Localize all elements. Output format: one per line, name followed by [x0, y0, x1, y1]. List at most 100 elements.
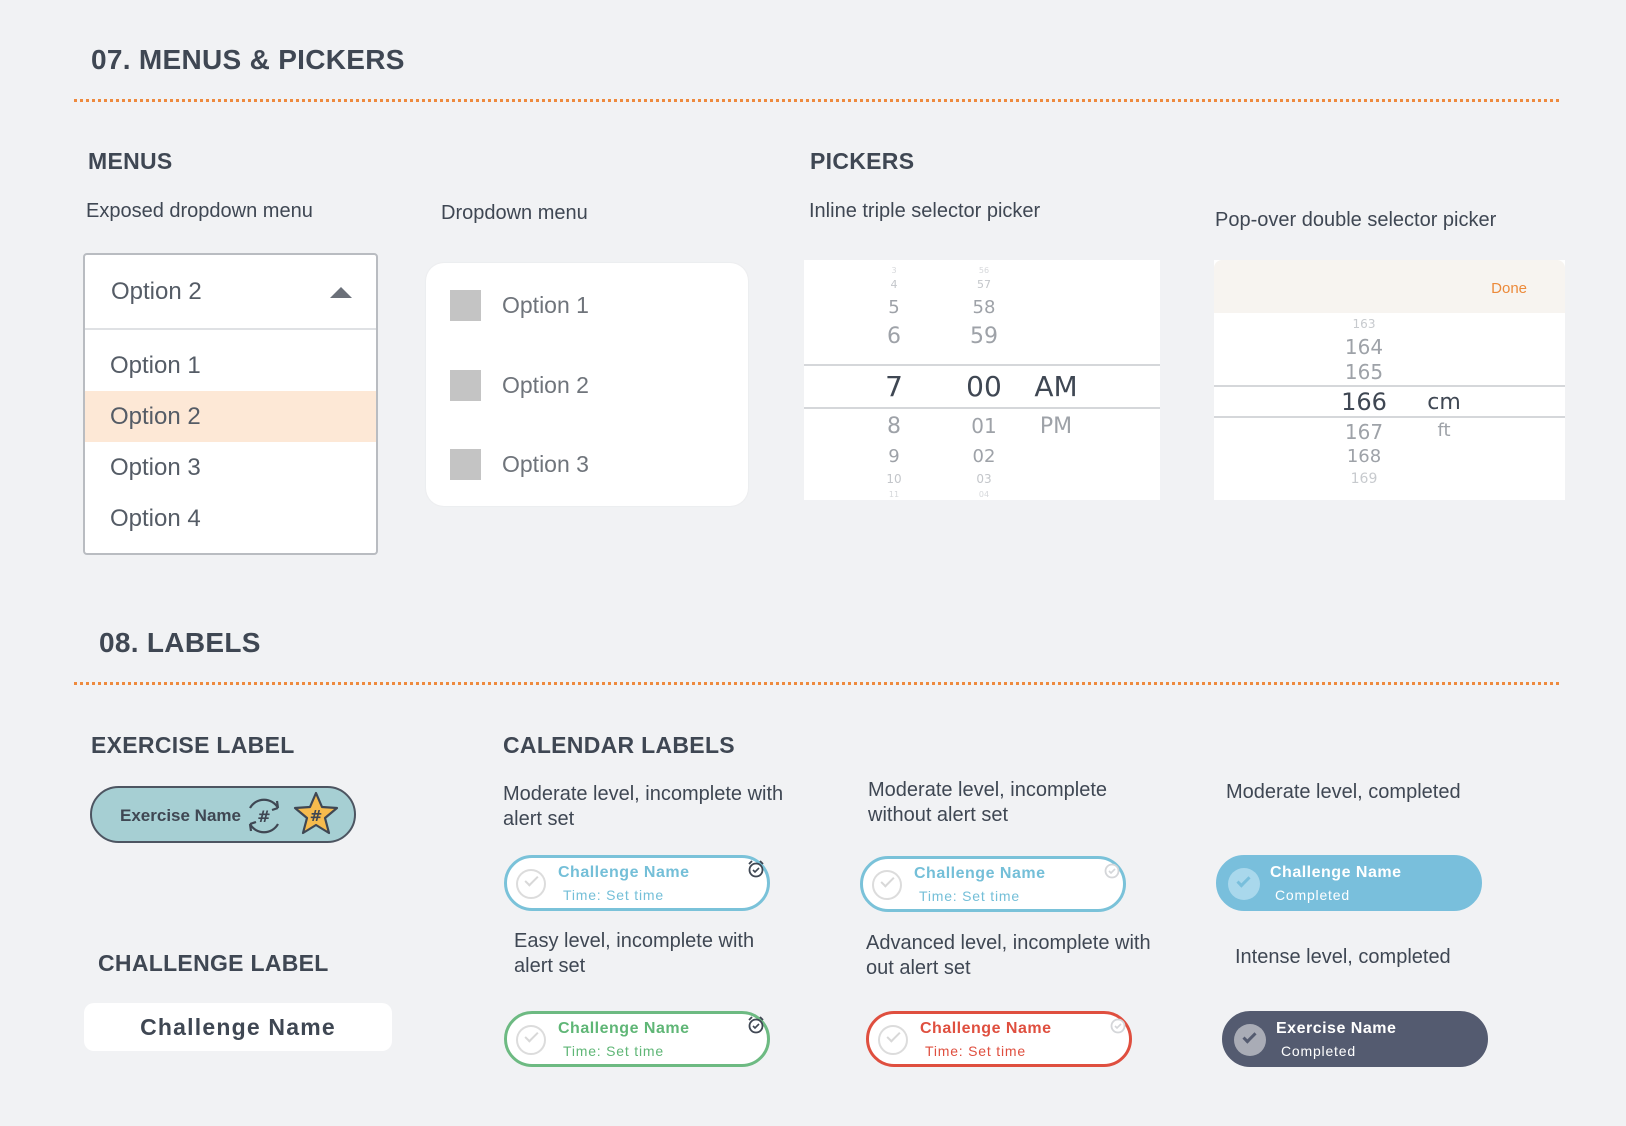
picker-hour[interactable]: 10	[874, 472, 914, 486]
triple-picker-caption: Inline triple selector picker	[809, 200, 1041, 222]
option-checkbox[interactable]	[450, 290, 481, 321]
calendar-label-name: Challenge Name	[1270, 864, 1402, 881]
section-divider	[74, 682, 1559, 685]
dropdown-selected-value: Option 2	[111, 277, 202, 305]
exposed-dropdown-caption: Exposed dropdown menu	[86, 200, 313, 222]
picker-minute-selected[interactable]: 00	[954, 370, 1014, 403]
picker-minute[interactable]: 58	[954, 297, 1014, 318]
calendar-caption: Moderate level, incomplete without alert…	[868, 779, 1108, 826]
calendar-caption: Easy level, incomplete with alert set	[514, 930, 755, 977]
picker-hour[interactable]: 11	[874, 490, 914, 499]
calendar-label-name: Challenge Name	[914, 865, 1046, 882]
picker-hour-selected[interactable]: 7	[874, 370, 914, 403]
triple-selector-picker[interactable]: 3 4 5 6 7 8 9 10 11 56 57 58 59 00 01 02…	[804, 260, 1160, 500]
picker-hour[interactable]: 9	[874, 446, 914, 467]
menu-option-4[interactable]: Option 4	[85, 493, 376, 544]
check-circle-icon[interactable]	[516, 1025, 546, 1055]
picker-hour[interactable]: 5	[874, 297, 914, 318]
picker-value[interactable]: 163	[1334, 317, 1394, 331]
dropdown-field[interactable]: Option 2	[85, 255, 376, 330]
calendar-label-time: Time: Set time	[563, 1043, 664, 1059]
picker-selection-line	[804, 407, 1160, 409]
option-checkbox[interactable]	[450, 370, 481, 401]
dropdown-menu: Option 1 Option 2 Option 3	[426, 263, 748, 506]
calendar-caption: Moderate level, incomplete with alert se…	[503, 783, 784, 830]
section-title-menus-pickers: 07. MENUS & PICKERS	[91, 44, 405, 75]
alarm-clock-disabled-icon	[1104, 863, 1120, 879]
picker-value[interactable]: 169	[1334, 471, 1394, 487]
caret-up-icon[interactable]	[330, 287, 352, 298]
calendar-caption: Moderate level, completed	[1226, 781, 1461, 803]
calendar-label-moderate-completed[interactable]: Challenge Name Completed	[1216, 855, 1482, 911]
picker-minute[interactable]: 57	[954, 278, 1014, 291]
picker-hour[interactable]: 3	[874, 266, 914, 275]
menu-option-3[interactable]: Option 3	[85, 442, 376, 493]
alarm-clock-disabled-icon	[1110, 1018, 1126, 1034]
double-selector-picker[interactable]: Done 163 164 165 166 167 168 169 cm ft	[1214, 260, 1565, 500]
svg-text:#: #	[310, 807, 323, 825]
picker-hour[interactable]: 6	[874, 324, 914, 349]
picker-value-selected[interactable]: 166	[1334, 388, 1394, 416]
menu-option-2[interactable]: Option 2	[85, 391, 376, 442]
calendar-labels-title: CALENDAR LABELS	[503, 732, 735, 758]
picker-minute[interactable]: 03	[954, 472, 1014, 486]
check-circle-icon[interactable]	[878, 1025, 908, 1055]
dropdown-option-3[interactable]: Option 3	[450, 449, 589, 480]
exercise-label[interactable]: Exercise Name # #	[90, 786, 356, 843]
challenge-label-title: CHALLENGE LABEL	[98, 950, 329, 976]
double-picker-caption: Pop-over double selector picker	[1215, 209, 1497, 231]
picker-minute[interactable]: 56	[954, 266, 1014, 275]
check-circle-icon[interactable]	[872, 870, 902, 900]
calendar-caption: Intense level, completed	[1235, 946, 1451, 968]
calendar-label-intense-completed[interactable]: Exercise Name Completed	[1222, 1011, 1488, 1067]
exercise-name: Exercise Name	[120, 806, 241, 825]
picker-minute[interactable]: 02	[954, 446, 1014, 467]
done-button[interactable]: Done	[1491, 280, 1527, 297]
check-circle-icon[interactable]	[1234, 1024, 1266, 1056]
calendar-label-name: Challenge Name	[558, 864, 690, 881]
picker-value[interactable]: 164	[1334, 335, 1394, 359]
menus-title: MENUS	[88, 148, 173, 174]
calendar-label-name: Exercise Name	[1276, 1020, 1397, 1037]
calendar-label-moderate-alert[interactable]: Challenge Name Time: Set time	[504, 855, 770, 911]
calendar-label-time: Time: Set time	[919, 888, 1020, 904]
picker-minute[interactable]: 04	[954, 490, 1014, 499]
calendar-label-name: Challenge Name	[558, 1020, 690, 1037]
section-title-labels: 08. LABELS	[99, 627, 261, 658]
picker-period[interactable]: PM	[1026, 414, 1086, 439]
option-checkbox[interactable]	[450, 449, 481, 480]
picker-unit-selected[interactable]: cm	[1414, 390, 1474, 415]
dropdown-option-label: Option 2	[502, 372, 589, 398]
picker-value[interactable]: 168	[1334, 446, 1394, 467]
calendar-label-time: Time: Set time	[925, 1043, 1026, 1059]
repeat-hash-icon: #	[248, 798, 280, 834]
alarm-clock-icon	[748, 1016, 764, 1034]
picker-hour[interactable]: 8	[874, 414, 914, 439]
calendar-label-easy-alert[interactable]: Challenge Name Time: Set time	[504, 1011, 770, 1067]
calendar-label-time: Time: Set time	[563, 887, 664, 903]
menu-option-1[interactable]: Option 1	[85, 340, 376, 391]
picker-period-selected[interactable]: AM	[1026, 370, 1086, 403]
picker-selection-line	[1214, 416, 1565, 418]
calendar-caption: Advanced level, incomplete with out aler…	[866, 932, 1151, 979]
picker-selection-line	[1214, 385, 1565, 387]
picker-hour[interactable]: 4	[874, 278, 914, 291]
exercise-label-title: EXERCISE LABEL	[91, 732, 295, 758]
calendar-label-status: Completed	[1281, 1043, 1356, 1059]
picker-minute[interactable]: 59	[954, 324, 1014, 349]
picker-selection-line	[804, 364, 1160, 366]
picker-unit[interactable]: ft	[1414, 420, 1474, 441]
calendar-label-moderate-no-alert[interactable]: Challenge Name Time: Set time	[860, 856, 1126, 912]
check-circle-icon[interactable]	[516, 869, 546, 899]
calendar-label-status: Completed	[1275, 887, 1350, 903]
alarm-clock-icon	[748, 860, 764, 878]
dropdown-option-1[interactable]: Option 1	[450, 290, 589, 321]
picker-minute[interactable]: 01	[954, 414, 1014, 438]
picker-value[interactable]: 167	[1334, 420, 1394, 444]
svg-text:#: #	[257, 807, 270, 826]
picker-value[interactable]: 165	[1334, 360, 1394, 384]
check-circle-icon[interactable]	[1228, 868, 1260, 900]
dropdown-option-2[interactable]: Option 2	[450, 370, 589, 401]
calendar-label-advanced-no-alert[interactable]: Challenge Name Time: Set time	[866, 1011, 1132, 1067]
challenge-label[interactable]: Challenge Name	[84, 1003, 392, 1051]
